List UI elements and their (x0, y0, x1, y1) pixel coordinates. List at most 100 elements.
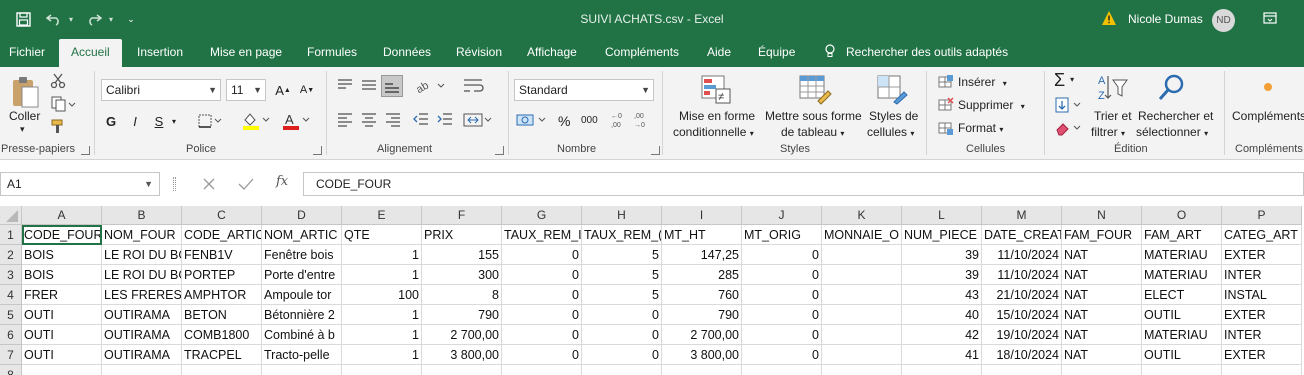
decrease-font-icon[interactable]: A ▼ (297, 79, 317, 101)
cell-o6[interactable]: MATERIAU (1142, 325, 1222, 345)
cell-e5[interactable]: 1 (342, 305, 422, 325)
cell-d5[interactable]: Bétonnière 2 (262, 305, 342, 325)
cancel-icon[interactable] (202, 177, 216, 191)
decrease-indent-icon[interactable] (412, 111, 430, 127)
cell-c6[interactable]: COMB1800 (182, 325, 262, 345)
increase-font-icon[interactable]: A ▲ (273, 79, 293, 101)
cell-b6[interactable]: OUTIRAMA (102, 325, 182, 345)
row-header-6[interactable]: 6 (0, 325, 22, 345)
tab-complements[interactable]: Compléments (603, 39, 681, 67)
row-header-8[interactable]: 8 (0, 365, 22, 375)
cell-h4[interactable]: 5 (582, 285, 662, 305)
cell-a7[interactable]: OUTI (22, 345, 102, 365)
column-header-a[interactable]: A (22, 206, 102, 225)
align-right-icon[interactable] (384, 111, 402, 127)
cell-d8[interactable] (262, 365, 342, 375)
tab-mise-en-page[interactable]: Mise en page (208, 39, 284, 67)
cell-j6[interactable]: 0 (742, 325, 822, 345)
cell-p7[interactable]: EXTER (1222, 345, 1302, 365)
cell-n5[interactable]: NAT (1062, 305, 1142, 325)
cell-b2[interactable]: LE ROI DU BC (102, 245, 182, 265)
column-header-n[interactable]: N (1062, 206, 1142, 225)
cell-d4[interactable]: Ampoule tor (262, 285, 342, 305)
tab-donnees[interactable]: Données (381, 39, 433, 67)
cell-c1[interactable]: CODE_ARTIC (182, 225, 262, 245)
font-size-combo[interactable]: 11 ▼ (226, 79, 266, 101)
cell-e7[interactable]: 1 (342, 345, 422, 365)
cell-g7[interactable]: 0 (502, 345, 582, 365)
ribbon-display-options-icon[interactable] (1262, 10, 1278, 26)
formula-bar-resize-handle[interactable] (173, 177, 176, 191)
cell-i3[interactable]: 285 (662, 265, 742, 285)
avatar[interactable]: ND (1212, 9, 1235, 32)
cell-i4[interactable]: 760 (662, 285, 742, 305)
cell-j3[interactable]: 0 (742, 265, 822, 285)
cell-l7[interactable]: 41 (902, 345, 982, 365)
cell-j1[interactable]: MT_ORIG (742, 225, 822, 245)
cell-a2[interactable]: BOIS (22, 245, 102, 265)
tab-revision[interactable]: Révision (454, 39, 504, 67)
tab-fichier[interactable]: Fichier (7, 39, 47, 67)
cell-g6[interactable]: 0 (502, 325, 582, 345)
cell-d1[interactable]: NOM_ARTIC (262, 225, 342, 245)
italic-button[interactable]: I (126, 110, 144, 132)
cell-n8[interactable] (1062, 365, 1142, 375)
cell-m2[interactable]: 11/10/2024 (982, 245, 1062, 265)
cell-f1[interactable]: PRIX (422, 225, 502, 245)
currency-format-icon[interactable] (515, 111, 549, 129)
wrap-text-icon[interactable] (462, 77, 488, 95)
increase-indent-icon[interactable] (436, 111, 454, 127)
cell-g1[interactable]: TAUX_REM_I (502, 225, 582, 245)
tell-me-search[interactable]: Rechercher des outils adaptés (822, 39, 1010, 67)
cell-m3[interactable]: 11/10/2024 (982, 265, 1062, 285)
cell-f5[interactable]: 790 (422, 305, 502, 325)
thousands-separator-button[interactable]: 000 (581, 115, 598, 126)
cell-p8[interactable] (1222, 365, 1302, 375)
cell-k6[interactable] (822, 325, 902, 345)
tab-insertion[interactable]: Insertion (135, 39, 185, 67)
cell-i7[interactable]: 3 800,00 (662, 345, 742, 365)
cell-h8[interactable] (582, 365, 662, 375)
column-header-g[interactable]: G (502, 206, 582, 225)
column-header-e[interactable]: E (342, 206, 422, 225)
cell-h7[interactable]: 0 (582, 345, 662, 365)
bold-button[interactable]: G (102, 110, 120, 132)
cell-m1[interactable]: DATE_CREAT (982, 225, 1062, 245)
cell-f6[interactable]: 2 700,00 (422, 325, 502, 345)
column-header-p[interactable]: P (1222, 206, 1302, 225)
alignment-launcher-icon[interactable] (495, 146, 504, 155)
cell-i5[interactable]: 790 (662, 305, 742, 325)
row-header-2[interactable]: 2 (0, 245, 22, 265)
font-name-combo[interactable]: Calibri ▼ (101, 79, 221, 101)
cell-o1[interactable]: FAM_ART (1142, 225, 1222, 245)
cell-n4[interactable]: NAT (1062, 285, 1142, 305)
column-header-j[interactable]: J (742, 206, 822, 225)
underline-dropdown-icon[interactable]: ▾ (168, 110, 180, 132)
row-header-7[interactable]: 7 (0, 345, 22, 365)
cell-o4[interactable]: ELECT (1142, 285, 1222, 305)
cell-j5[interactable]: 0 (742, 305, 822, 325)
align-left-icon[interactable] (336, 111, 354, 127)
cell-l5[interactable]: 40 (902, 305, 982, 325)
cell-d3[interactable]: Porte d'entre (262, 265, 342, 285)
cell-f8[interactable] (422, 365, 502, 375)
cell-h5[interactable]: 0 (582, 305, 662, 325)
cell-o7[interactable]: OUTIL (1142, 345, 1222, 365)
cell-p5[interactable]: EXTER (1222, 305, 1302, 325)
tab-accueil[interactable]: Accueil (59, 39, 122, 67)
cell-n6[interactable]: NAT (1062, 325, 1142, 345)
paste-dropdown-icon[interactable]: ▾ (20, 124, 25, 135)
cell-e8[interactable] (342, 365, 422, 375)
row-header-1[interactable]: 1 (0, 225, 22, 245)
cell-d2[interactable]: Fenêtre bois (262, 245, 342, 265)
decrease-decimal-icon[interactable]: ,00→0 (633, 109, 653, 129)
cell-j8[interactable] (742, 365, 822, 375)
formula-input[interactable]: CODE_FOUR (303, 172, 1304, 196)
cell-j7[interactable]: 0 (742, 345, 822, 365)
cell-k7[interactable] (822, 345, 902, 365)
column-header-f[interactable]: F (422, 206, 502, 225)
cell-l6[interactable]: 42 (902, 325, 982, 345)
cell-m8[interactable] (982, 365, 1062, 375)
cell-h6[interactable]: 0 (582, 325, 662, 345)
insert-function-button[interactable]: fx (276, 174, 288, 189)
